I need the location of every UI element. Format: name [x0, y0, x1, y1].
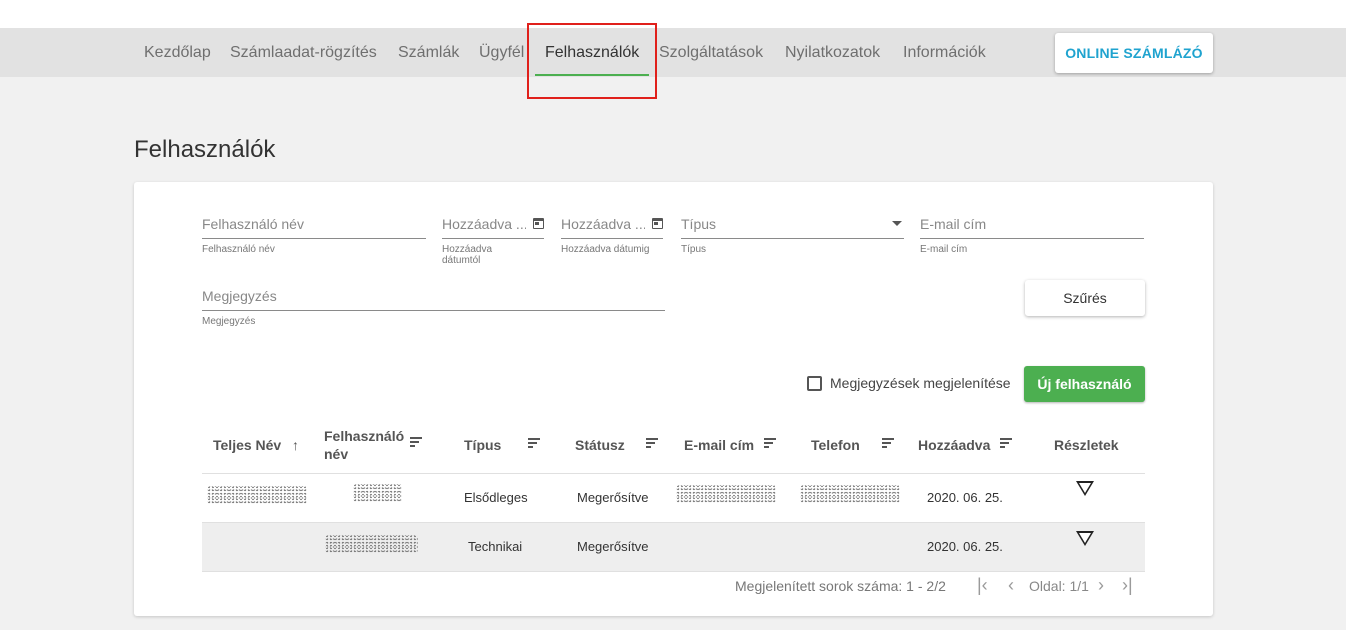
sort-lines-icon[interactable]	[410, 437, 422, 447]
nav-item-nyilatkozatok[interactable]: Nyilatkozatok	[785, 28, 880, 77]
note-filter-hint: Megjegyzés	[202, 316, 256, 327]
underline	[920, 238, 1144, 239]
date-from-input[interactable]: Hozzáadva ...	[442, 212, 526, 236]
nav-item-kezdolap[interactable]: Kezdőlap	[144, 28, 211, 77]
next-page-icon[interactable]: ›	[1098, 575, 1104, 595]
redacted-full-name	[207, 486, 307, 504]
table-cell-status: Megerősítve	[577, 539, 649, 554]
username-filter-input[interactable]: Felhasználó név	[202, 212, 426, 236]
table-cell-status: Megerősítve	[577, 490, 649, 505]
underline	[442, 238, 544, 239]
show-notes-label[interactable]: Megjegyzések megjelenítése	[830, 375, 1011, 391]
username-filter-hint: Felhasználó név	[202, 244, 275, 255]
sort-lines-icon[interactable]	[882, 438, 894, 448]
table-cell-added: 2020. 06. 25.	[927, 539, 1003, 554]
col-header-phone[interactable]: Telefon	[811, 437, 860, 454]
sort-lines-icon[interactable]	[646, 438, 658, 448]
sort-lines-icon[interactable]	[1000, 438, 1012, 448]
underline	[202, 310, 665, 311]
underline	[681, 238, 904, 239]
nav-item-informaciok[interactable]: Információk	[903, 28, 986, 77]
prev-page-icon[interactable]: ‹	[1008, 575, 1014, 595]
new-user-button[interactable]: Új felhasználó	[1024, 366, 1145, 402]
type-select-hint: Típus	[681, 244, 707, 255]
top-whitespace	[0, 0, 1346, 28]
note-filter-input[interactable]: Megjegyzés	[202, 284, 665, 308]
type-select-value[interactable]: Típus	[681, 212, 904, 236]
date-to-input[interactable]: Hozzáadva ...	[561, 212, 645, 236]
online-szamlazo-button[interactable]: ONLINE SZÁMLÁZÓ	[1055, 33, 1213, 73]
rows-count-text: Megjelenített sorok száma: 1 - 2/2	[735, 578, 946, 594]
underline	[561, 238, 663, 239]
redacted-email	[676, 485, 776, 503]
dropdown-arrow-icon[interactable]	[892, 221, 902, 226]
show-notes-checkbox[interactable]	[807, 376, 822, 391]
page-title: Felhasználók	[134, 136, 276, 163]
calendar-icon[interactable]	[533, 218, 544, 229]
table-cell-added: 2020. 06. 25.	[927, 490, 1003, 505]
col-header-status[interactable]: Státusz	[575, 437, 625, 454]
calendar-icon[interactable]	[652, 218, 663, 229]
redacted-username	[353, 484, 402, 502]
col-header-username-line1[interactable]: Felhasználó	[324, 428, 404, 445]
col-header-added[interactable]: Hozzáadva	[918, 437, 990, 454]
nav-item-szolgaltatasok[interactable]: Szolgáltatások	[659, 28, 763, 77]
nav-item-ugyfel[interactable]: Ügyfél	[479, 28, 524, 77]
first-page-icon[interactable]: |‹	[977, 575, 988, 595]
table-cell-type: Elsődleges	[464, 490, 528, 505]
email-filter-input[interactable]: E-mail cím	[920, 212, 1144, 236]
nav-item-szamlak[interactable]: Számlák	[398, 28, 459, 77]
col-header-type[interactable]: Típus	[464, 437, 501, 454]
sort-ascending-icon[interactable]: ↑	[292, 437, 299, 453]
sort-lines-icon[interactable]	[528, 438, 540, 448]
col-header-full-name[interactable]: Teljes Név	[213, 437, 281, 454]
email-filter-hint: E-mail cím	[920, 244, 968, 255]
col-header-details: Részletek	[1054, 437, 1119, 453]
col-header-email[interactable]: E-mail cím	[684, 437, 754, 454]
nav-item-szamlaadat-rogzites[interactable]: Számlaadat-rögzítés	[230, 28, 377, 77]
highlight-annotation-box	[527, 23, 657, 99]
redacted-username	[325, 535, 418, 553]
redacted-phone	[800, 485, 900, 503]
filter-button[interactable]: Szűrés	[1025, 280, 1145, 316]
sort-lines-icon[interactable]	[764, 438, 776, 448]
date-from-hint: Hozzáadva dátumtól	[442, 244, 493, 266]
table-divider	[202, 473, 1145, 474]
table-divider	[202, 571, 1145, 572]
table-cell-type: Technikai	[468, 539, 523, 554]
page-indicator: Oldal: 1/1	[1029, 578, 1089, 594]
last-page-icon[interactable]: ›|	[1122, 575, 1133, 595]
underline	[202, 238, 426, 239]
date-to-hint: Hozzáadva dátumig	[561, 244, 650, 255]
col-header-username-line2[interactable]: név	[324, 446, 348, 463]
